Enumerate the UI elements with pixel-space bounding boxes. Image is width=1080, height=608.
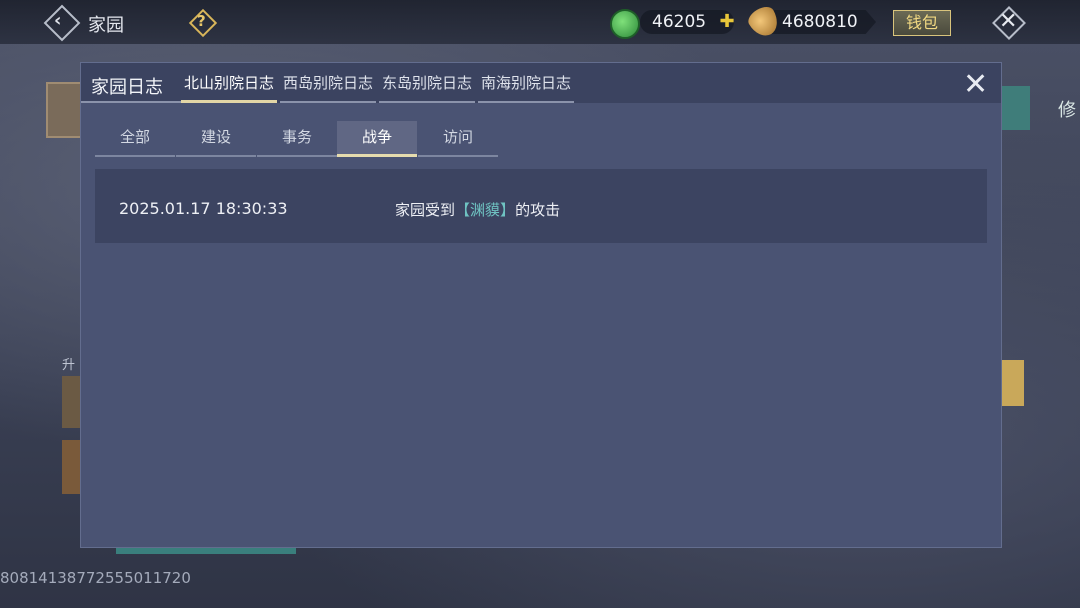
subtab-all[interactable]: 全部: [95, 121, 175, 157]
tab-north-villa-log[interactable]: 北山别院日志: [181, 63, 277, 103]
bracket-open: 【: [455, 201, 471, 219]
subtab-underline: [418, 155, 498, 157]
subtab-underline: [95, 155, 175, 157]
tab-label: 东岛别院日志: [381, 74, 472, 92]
dialog-title: 家园日志: [91, 77, 163, 98]
tab-label: 南海别院日志: [480, 74, 571, 92]
dialog-header: 家园日志 北山别院日志 西岛别院日志 东岛别院日志 南海别院日志 ✕: [81, 63, 1001, 103]
tab-underline: [478, 101, 574, 103]
question-mark-icon: ?: [197, 12, 206, 30]
bg-decoration-text: 修: [1058, 100, 1076, 121]
close-icon: ✕: [999, 9, 1018, 34]
subtab-underline: [257, 155, 337, 157]
tab-underline: [379, 101, 475, 103]
subtab-underline: [337, 154, 417, 157]
subtab-label: 建设: [200, 128, 231, 146]
home-log-dialog: 家园日志 北山别院日志 西岛别院日志 东岛别院日志 南海别院日志 ✕ 全部 建设…: [80, 62, 1002, 548]
page-title: 家园: [88, 15, 124, 36]
add-currency-icon[interactable]: ✚: [718, 13, 736, 31]
close-button[interactable]: ✕: [992, 6, 1026, 40]
dialog-close-button[interactable]: ✕: [961, 67, 991, 102]
subtab-affairs[interactable]: 事务: [257, 121, 337, 157]
tab-label: 西岛别院日志: [282, 74, 373, 92]
top-bar: ‹ 家园 ? 46205 ✚ 4680810 钱包 ✕: [0, 0, 1080, 44]
subtab-construction[interactable]: 建设: [176, 121, 256, 157]
bg-decoration-panel: [1000, 86, 1030, 130]
coin-currency-amount: 4680810: [782, 12, 858, 32]
bg-decoration-text: 升: [62, 358, 76, 373]
log-message: 家园受到【渊貘】的攻击: [395, 199, 560, 220]
back-arrow-icon: ‹: [54, 10, 62, 31]
bg-decoration-panel: [62, 440, 82, 494]
diamond-frame-icon: [43, 4, 81, 42]
subtab-visits[interactable]: 访问: [418, 121, 498, 157]
subtab-war[interactable]: 战争: [337, 121, 417, 157]
log-message-prefix: 家园受到: [395, 201, 456, 219]
enemy-name: 渊貘: [470, 201, 501, 219]
subtab-underline: [176, 155, 256, 157]
back-button[interactable]: ‹: [43, 4, 81, 42]
subtab-label: 全部: [119, 128, 150, 146]
tab-underline: [280, 101, 376, 103]
subtab-label: 访问: [442, 128, 473, 146]
tab-underline: [181, 100, 277, 103]
bracket-close: 】: [500, 201, 516, 219]
wallet-button[interactable]: 钱包: [893, 10, 951, 36]
tab-east-island-log[interactable]: 东岛别院日志: [379, 63, 475, 103]
player-id-text: 8081413877255501172​0: [0, 569, 191, 587]
tab-south-sea-log[interactable]: 南海别院日志: [478, 63, 574, 103]
log-entry: 2025.01.17 18:30:33 家园受到【渊貘】的攻击: [95, 169, 987, 243]
bg-decoration-panel: [62, 376, 82, 428]
jade-currency-icon: [610, 9, 640, 39]
log-timestamp: 2025.01.17 18:30:33: [119, 199, 288, 218]
log-message-suffix: 的攻击: [515, 201, 561, 219]
jade-currency-amount: 46205: [652, 12, 707, 32]
help-button[interactable]: ?: [188, 8, 218, 38]
tab-west-island-log[interactable]: 西岛别院日志: [280, 63, 376, 103]
subtab-label: 事务: [281, 128, 312, 146]
tab-label: 北山别院日志: [183, 74, 274, 92]
close-icon: ✕: [963, 67, 989, 102]
subtab-label: 战争: [361, 128, 392, 146]
